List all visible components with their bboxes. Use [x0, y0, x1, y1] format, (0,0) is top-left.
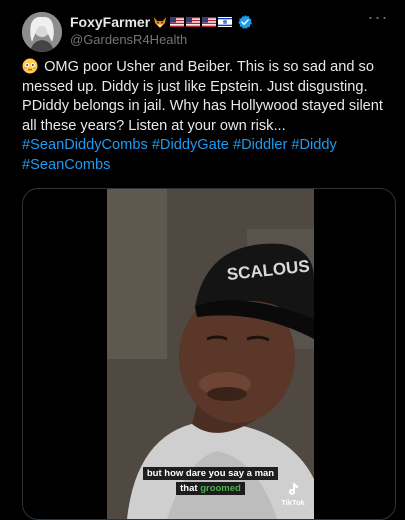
us-flag-icon [170, 17, 185, 27]
avatar[interactable] [22, 12, 62, 52]
hashtag-link[interactable]: #Diddler [233, 137, 287, 153]
fox-icon [153, 16, 167, 29]
flag-emojis [170, 17, 233, 27]
us-flag-icon [186, 17, 201, 27]
flushed-face-icon [22, 58, 38, 74]
video-player[interactable]: SCALOUS but how dare you say a man that … [107, 189, 314, 519]
tweet-body: OMG poor Usher and Beiber. This is so sa… [22, 59, 383, 134]
hashtag-list: #SeanDiddyCombs #DiddyGate #Diddler #Did… [22, 136, 394, 175]
tiktok-watermark: TikTok [278, 482, 308, 507]
hashtag-link[interactable]: #SeanDiddyCombs [22, 137, 148, 153]
verified-badge-icon[interactable] [237, 14, 253, 30]
hashtag-link[interactable]: #SeanCombs [22, 157, 110, 173]
display-name[interactable]: FoxyFarmer [70, 14, 150, 30]
author-name-row: FoxyFarmer [70, 12, 253, 32]
avatar-image [22, 12, 62, 52]
tiktok-logo-icon [288, 483, 298, 495]
us-flag-icon [202, 17, 217, 27]
israel-flag-icon [218, 17, 233, 27]
hashtag-link[interactable]: #Diddy [291, 137, 336, 153]
author-handle[interactable]: @GardensR4Health [70, 32, 187, 47]
hashtag-link[interactable]: #DiddyGate [152, 137, 229, 153]
more-options-icon[interactable]: ··· [367, 8, 389, 30]
media-card[interactable]: SCALOUS but how dare you say a man that … [22, 188, 396, 520]
tweet-text: OMG poor Usher and Beiber. This is so sa… [22, 58, 394, 176]
video-caption-line-1: but how dare you say a man [107, 467, 314, 480]
